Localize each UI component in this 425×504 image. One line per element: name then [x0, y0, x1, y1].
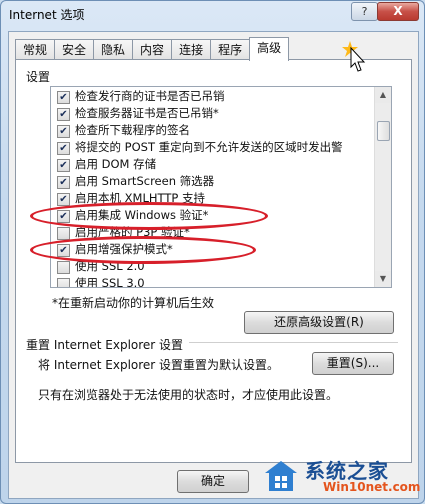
checkbox-check-download-signature[interactable]: ✔ [57, 125, 70, 138]
scroll-up-icon[interactable]: ▲ [375, 87, 391, 103]
setting-label: 将提交的 POST 重定向到不允许发送的区域时发出警 [75, 140, 343, 154]
checkbox-check-publisher-revocation[interactable]: ✔ [57, 91, 70, 104]
window-title: Internet 选项 [9, 8, 85, 22]
internet-options-window: Internet 选项 ? X 常规 安全 隐私 内容 连接 程序 高级 设置 … [0, 0, 425, 504]
setting-label: 启用 SmartScreen 筛选器 [75, 174, 215, 188]
watermark-url: Win10net.com [323, 480, 421, 494]
close-button[interactable]: X [377, 2, 419, 21]
advanced-tab-panel: 设置 ✔ 检查发行商的证书是否已吊销 ✔ 检查服务器证书是否已吊销* ✔ 检查所… [15, 59, 412, 463]
setting-label: 启用 DOM 存储 [75, 157, 157, 171]
listbox-scrollbar[interactable]: ▲ ▼ [374, 87, 391, 287]
checkbox-post-redirect-warning[interactable]: ✔ [57, 142, 70, 155]
tab-privacy[interactable]: 隐私 [93, 39, 134, 60]
reset-description: 将 Internet Explorer 设置重置为默认设置。 [38, 358, 280, 372]
house-logo-icon [265, 461, 297, 491]
checkbox-strict-p3p[interactable] [57, 227, 70, 240]
ok-button[interactable]: 确定 [177, 470, 249, 493]
tab-advanced[interactable]: 高级 [249, 37, 290, 61]
setting-label: 使用 SSL 2.0 [75, 259, 145, 273]
checkbox-check-server-revocation[interactable]: ✔ [57, 108, 70, 121]
checkbox-native-xmlhttp[interactable]: ✔ [57, 193, 70, 206]
restore-advanced-settings-button[interactable]: 还原高级设置(R) [244, 311, 394, 334]
scroll-thumb[interactable] [377, 121, 390, 141]
setting-label: 启用本机 XMLHTTP 支持 [75, 191, 205, 205]
tab-security[interactable]: 安全 [54, 39, 95, 60]
setting-label: 启用增强保护模式* [75, 242, 173, 256]
checkbox-ssl2[interactable] [57, 261, 70, 274]
checkbox-smartscreen[interactable]: ✔ [57, 176, 70, 189]
reset-section-title: 重置 Internet Explorer 设置 [26, 336, 190, 353]
restart-note: *在重新启动你的计算机后生效 [52, 296, 215, 310]
checkbox-enhanced-protected-mode[interactable]: ✔ [57, 244, 70, 257]
setting-label: 检查发行商的证书是否已吊销 [75, 89, 225, 103]
reset-note: 只有在浏览器处于无法使用的状态时，才应使用此设置。 [38, 388, 339, 402]
scroll-down-icon[interactable]: ▼ [375, 271, 391, 287]
setting-label: 检查服务器证书是否已吊销* [75, 106, 219, 120]
checkbox-ssl3[interactable] [57, 278, 70, 287]
setting-label: 使用 SSL 3.0 [75, 276, 145, 288]
checkbox-integrated-windows-auth[interactable]: ✔ [57, 210, 70, 223]
settings-listbox[interactable]: ✔ 检查发行商的证书是否已吊销 ✔ 检查服务器证书是否已吊销* ✔ 检查所下载程… [50, 86, 392, 288]
reset-button[interactable]: 重置(S)... [312, 352, 394, 375]
tab-content[interactable]: 内容 [132, 39, 173, 60]
tab-strip: 常规 安全 隐私 内容 连接 程序 高级 [15, 37, 290, 61]
tab-programs[interactable]: 程序 [210, 39, 251, 60]
setting-label: 启用严格的 P3P 验证* [75, 225, 190, 239]
tab-connections[interactable]: 连接 [171, 39, 212, 60]
mouse-cursor-icon [342, 41, 366, 72]
setting-label: 启用集成 Windows 验证* [75, 208, 209, 222]
checkbox-dom-storage[interactable]: ✔ [57, 159, 70, 172]
help-button[interactable]: ? [351, 2, 378, 21]
site-watermark: 系统之家 Win10net.com [263, 453, 423, 499]
setting-label: 检查所下载程序的签名 [75, 123, 190, 137]
tab-general[interactable]: 常规 [15, 39, 56, 60]
settings-label: 设置 [26, 70, 51, 84]
dialog-client: 常规 安全 隐私 内容 连接 程序 高级 设置 ✔ 检查发行商的证书是否已吊销 … [8, 31, 419, 499]
